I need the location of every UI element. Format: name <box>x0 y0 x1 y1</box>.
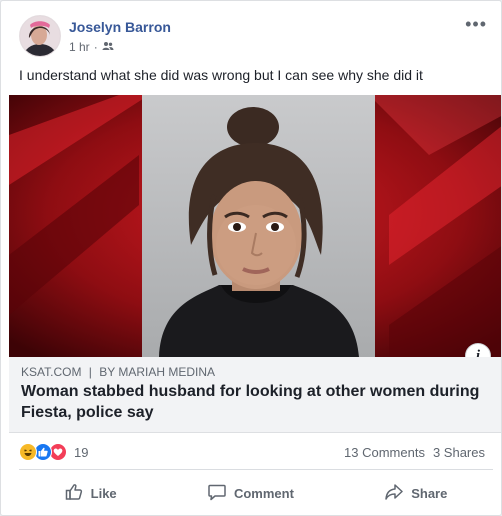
comment-share-counts: 13 Comments 3 Shares <box>344 445 485 460</box>
engagement-stats: 19 13 Comments 3 Shares <box>19 441 493 465</box>
comment-icon <box>208 483 226 504</box>
comment-label: Comment <box>233 485 294 501</box>
meta-separator: · <box>93 40 98 54</box>
article-image[interactable] <box>9 95 501 357</box>
haha-icon <box>19 443 37 461</box>
comments-count[interactable]: 13 Comments <box>344 445 425 460</box>
post-header: Joselyn Barron 1 hr · ••• <box>19 15 491 59</box>
friends-icon[interactable] <box>102 40 114 54</box>
post-timestamp[interactable]: 1 hr <box>69 40 90 54</box>
link-domain: KSAT.COM <box>21 365 82 379</box>
more-options-icon[interactable]: ••• <box>465 15 487 33</box>
comment-button[interactable]: Comment <box>192 477 310 510</box>
share-button[interactable]: Share <box>369 477 463 510</box>
link-byline: BY MARIAH MEDINA <box>99 365 216 379</box>
share-label: Share <box>411 485 448 501</box>
reactions-summary[interactable]: 19 <box>19 443 88 461</box>
source-separator: | <box>88 365 92 379</box>
link-preview[interactable]: KSAT.COM | BY MARIAH MEDINA Woman stabbe… <box>9 357 501 433</box>
author-avatar[interactable] <box>19 15 61 57</box>
link-headline[interactable]: Woman stabbed husband for looking at oth… <box>21 381 483 423</box>
like-label: Like <box>90 485 117 501</box>
post-actions: Like Comment Share <box>19 475 493 511</box>
post-text: I understand what she did was wrong but … <box>19 67 423 83</box>
post-meta: 1 hr · <box>69 40 114 54</box>
shares-count[interactable]: 3 Shares <box>433 445 485 460</box>
link-source: KSAT.COM | BY MARIAH MEDINA <box>21 365 215 379</box>
share-icon <box>385 483 403 504</box>
actions-divider <box>19 469 493 470</box>
reaction-count: 19 <box>74 444 89 460</box>
like-button[interactable]: Like <box>49 477 133 510</box>
author-name[interactable]: Joselyn Barron <box>69 19 171 35</box>
thumbs-up-icon <box>65 483 83 504</box>
post-card: Joselyn Barron 1 hr · ••• I understand w… <box>0 0 502 516</box>
